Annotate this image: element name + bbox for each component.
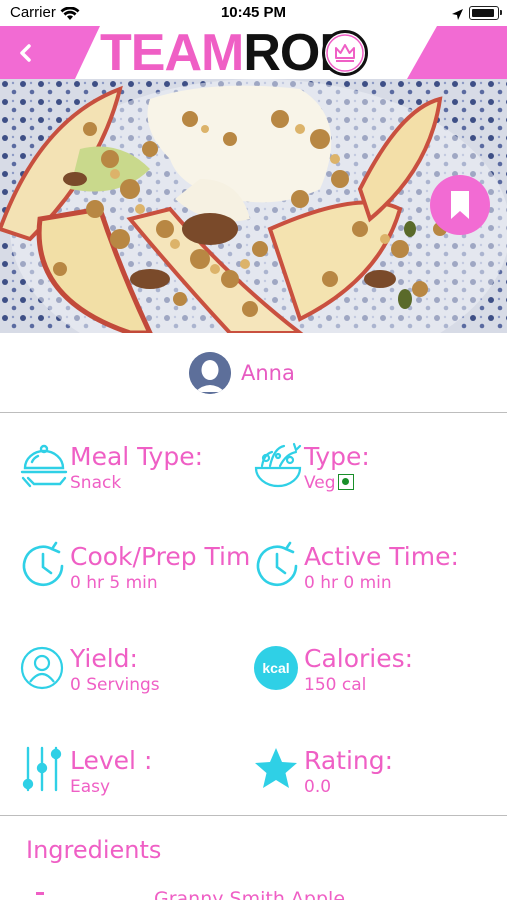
ingredients-title: Ingredients <box>26 836 162 864</box>
back-arrow-icon <box>20 44 31 62</box>
location-arrow-icon <box>451 6 464 25</box>
rating-label: Rating: <box>304 746 394 775</box>
cook-prep-time-label: Cook/Prep Tim <box>70 542 251 571</box>
cloche-icon <box>20 440 68 492</box>
calories-item: kcal Calories: 150 cal <box>254 642 494 702</box>
rating-item: Rating: 0.0 <box>254 744 494 804</box>
rating-value: 0.0 <box>304 777 332 797</box>
star-icon <box>254 744 302 796</box>
veg-symbol-icon <box>337 474 354 490</box>
yield-label: Yield: <box>70 644 138 673</box>
cook-prep-time-value: 0 hr 5 min <box>70 573 158 593</box>
ingredient-row: Granny Smith Apple <box>0 886 507 900</box>
logo-seal <box>322 30 368 76</box>
diet-type-item: Type: Veg <box>254 440 494 500</box>
calories-value: 150 cal <box>304 675 367 695</box>
meal-type-label: Meal Type: <box>70 442 204 471</box>
status-bar: Carrier 10:45 PM <box>0 0 507 26</box>
author-name[interactable]: Anna <box>241 361 295 385</box>
active-time-value: 0 hr 0 min <box>304 573 392 593</box>
kcal-icon-text: kcal <box>262 660 289 676</box>
sliders-icon <box>20 744 68 796</box>
section-divider <box>0 815 507 816</box>
bookmark-icon <box>451 191 469 219</box>
ingredient-name: Granny Smith Apple <box>154 888 346 900</box>
header-accent-right <box>407 26 507 79</box>
author-row[interactable]: Anna <box>0 333 507 413</box>
active-time-label: Active Time: <box>304 542 459 571</box>
meal-type-item: Meal Type: Snack <box>20 440 260 500</box>
kcal-icon: kcal <box>254 642 302 694</box>
level-item: Level : Easy <box>20 744 260 804</box>
app-header: TEAMROR <box>0 26 507 79</box>
back-button[interactable] <box>14 40 40 66</box>
battery-icon <box>469 6 502 20</box>
calories-label: Calories: <box>304 644 414 673</box>
logo-team-text: TEAM <box>100 24 244 82</box>
yield-item: Yield: 0 Servings <box>20 642 260 702</box>
ingredient-bullet <box>36 892 44 895</box>
teamror-logo: TEAMROR <box>100 27 410 79</box>
clock-icon <box>254 540 302 592</box>
diet-type-label: Type: <box>304 442 370 471</box>
recipe-photo <box>0 79 507 333</box>
level-value: Easy <box>70 777 111 797</box>
person-icon <box>20 642 68 694</box>
level-label: Level : <box>70 746 153 775</box>
clock-icon <box>20 540 68 592</box>
bookmark-button[interactable] <box>430 175 490 235</box>
avatar <box>189 352 231 394</box>
clock-time: 10:45 PM <box>220 4 287 21</box>
cook-prep-time-item: Cook/Prep Tim 0 hr 5 min <box>20 540 260 600</box>
person-avatar-icon <box>189 352 231 394</box>
diet-type-text: Veg <box>304 473 336 493</box>
active-time-item: Active Time: 0 hr 0 min <box>254 540 494 600</box>
meal-type-value: Snack <box>70 473 122 493</box>
yield-value: 0 Servings <box>70 675 160 695</box>
salad-bowl-icon <box>254 440 302 492</box>
diet-type-value: Veg <box>304 473 354 493</box>
